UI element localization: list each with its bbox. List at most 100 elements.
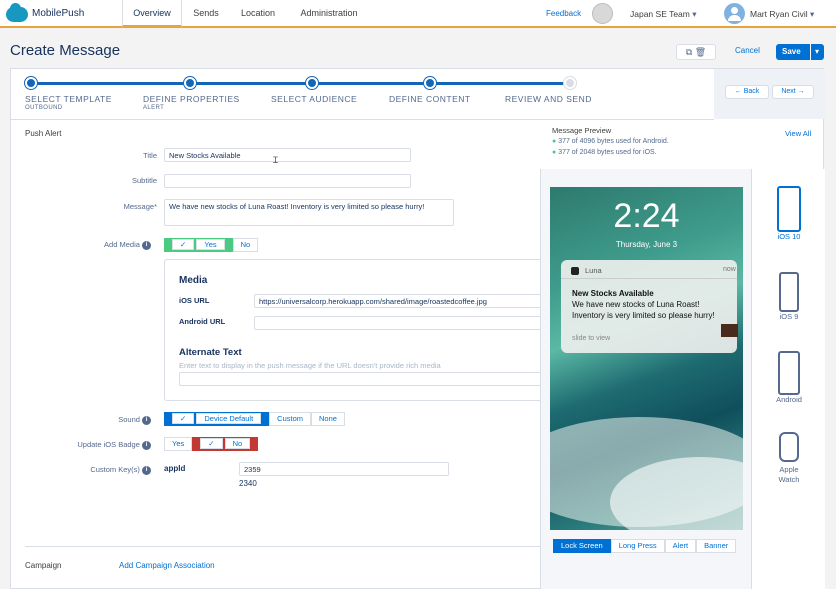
step-dot-define-properties[interactable] [184,77,196,89]
android-url-field[interactable] [254,316,545,330]
add-media-toggle[interactable]: ✓ Yes No [164,238,259,252]
step-label-define-properties: DEFINE PROPERTIES [143,94,240,104]
step-dot-select-audience[interactable] [306,77,318,89]
ios-url-label: iOS URL [179,296,210,305]
save-button[interactable]: Save [782,44,801,60]
back-button[interactable]: ← Back [725,85,769,99]
info-icon[interactable]: i [142,415,151,425]
notif-divider [561,278,737,279]
tab-banner[interactable]: Banner [696,539,737,553]
chevron-down-icon[interactable]: ▾ [810,44,819,60]
badge-toggle[interactable]: Yes ✓ No [164,437,259,451]
tab-lock-screen[interactable]: Lock Screen [553,539,611,553]
tab-alert[interactable]: Alert [664,539,697,553]
check-icon: ✓ [172,413,195,424]
save-button-group[interactable]: Save ▾ [776,44,824,60]
trash-icon[interactable]: 🗑 [695,47,706,57]
stepper-progress-track [31,82,571,85]
device-selector: iOS 10 iOS 9 Android Apple Watch [751,169,825,589]
device-ios10[interactable]: iOS 10 [752,186,826,241]
next-label: Next [781,88,796,95]
copy-delete-group[interactable]: ⧉ 🗑 [676,44,716,60]
media-panel: Media iOS URL https://universalcorp.hero… [164,259,545,401]
salesforce-cloud-logo [6,3,28,22]
badge-yes[interactable]: Yes [164,437,193,451]
android-url-label: Android URL [179,317,226,326]
success-check-icon: ● [552,138,557,145]
sound-toggle[interactable]: ✓ Device Default Custom None [164,412,345,426]
tab-location[interactable]: Location [233,0,283,28]
subtitle-field[interactable] [164,174,411,188]
tab-long-press[interactable]: Long Press [610,539,665,553]
campaign-divider [25,546,540,547]
info-icon[interactable]: i [142,440,151,450]
stepper-divider [11,119,714,120]
arrow-left-icon: ← [734,88,742,95]
ios-url-field[interactable]: https://universalcorp.herokuapp.com/shar… [254,294,545,308]
title-label: Title [143,151,157,160]
text-cursor-icon: Ɪ [273,155,279,165]
message-field[interactable]: We have new stocks of Luna Roast! Invent… [164,199,454,226]
device-ios9[interactable]: iOS 9 [752,272,826,321]
tab-sends[interactable]: Sends [186,0,226,28]
chevron-down-icon: ▾ [810,9,815,19]
page-title: Create Message [10,42,121,59]
tab-administration[interactable]: Administration [292,0,366,28]
android-bytes: ● 377 of 4096 bytes used for Android. [552,138,669,145]
iphone-icon [779,272,799,312]
info-icon[interactable]: i [142,240,151,250]
app-name: MobilePush [32,8,85,19]
custom-keys-text: Custom Key(s) [90,465,140,474]
ios-bytes-text: 377 of 2048 bytes used for iOS. [558,149,657,156]
device-android[interactable]: Android [752,351,826,404]
add-media-yes[interactable]: ✓ Yes [164,238,233,252]
badge-text: Update iOS Badge [77,440,140,449]
add-campaign-link[interactable]: Add Campaign Association [119,561,215,570]
message-label: Message* [123,202,157,211]
cancel-button[interactable]: Cancel [735,46,760,55]
step-label-define-content: DEFINE CONTENT [389,94,471,104]
section-title: Push Alert [25,129,62,138]
step-dot-select-template[interactable] [25,77,37,89]
iphone-icon [777,186,801,232]
step-nav-box: ← Back Next → [714,69,825,119]
step-label-select-template: SELECT TEMPLATE [25,94,112,104]
check-icon: ✓ [172,239,195,250]
add-media-label: Add Media i [11,240,151,250]
sound-device-default[interactable]: ✓ Device Default [164,412,270,426]
no-label: No [224,438,251,449]
sound-custom[interactable]: Custom [269,412,312,426]
add-media-text: Add Media [104,240,140,249]
custom-keys-label: Custom Key(s) i [11,465,151,475]
media-heading: Media [179,275,208,286]
device-apple-watch-label: Apple Watch [778,465,800,484]
copy-icon[interactable]: ⧉ [686,47,692,57]
tab-overview[interactable]: Overview [122,0,182,28]
device-apple-watch[interactable]: Apple Watch [752,432,826,485]
notif-body: We have new stocks of Luna Roast! Invent… [572,300,715,320]
step-dot-define-content[interactable] [424,77,436,89]
feedback-link[interactable]: Feedback [546,9,581,18]
campaign-label: Campaign [25,561,62,570]
step-label-select-audience: SELECT AUDIENCE [271,94,358,104]
user-menu[interactable]: Mart Ryan Civil ▾ [750,9,814,20]
custom-key-value-field[interactable]: 2359 [239,462,449,476]
badge-no[interactable]: ✓ No [192,437,259,451]
title-field[interactable]: New Stocks Available [164,148,411,162]
add-media-no[interactable]: No [232,238,259,252]
device-ios10-label: iOS 10 [777,232,801,241]
info-icon[interactable]: i [142,465,151,475]
custom-key-extra: 2340 [239,479,257,488]
success-check-icon: ● [552,149,557,156]
notif-app-name: Luna [585,266,602,275]
team-switcher[interactable]: Japan SE Team ▾ [630,9,697,20]
user-name: Mart Ryan Civil [750,9,808,19]
step-label-review-send: REVIEW AND SEND [505,94,592,104]
view-all-link[interactable]: View All [785,129,811,138]
top-nav: MobilePush Overview Sends Location Admin… [0,0,836,28]
notif-title: New Stocks Available [572,289,654,298]
sound-none[interactable]: None [311,412,345,426]
alt-text-field[interactable] [179,372,545,386]
user-avatar[interactable] [724,3,745,24]
next-button[interactable]: Next → [772,85,814,99]
